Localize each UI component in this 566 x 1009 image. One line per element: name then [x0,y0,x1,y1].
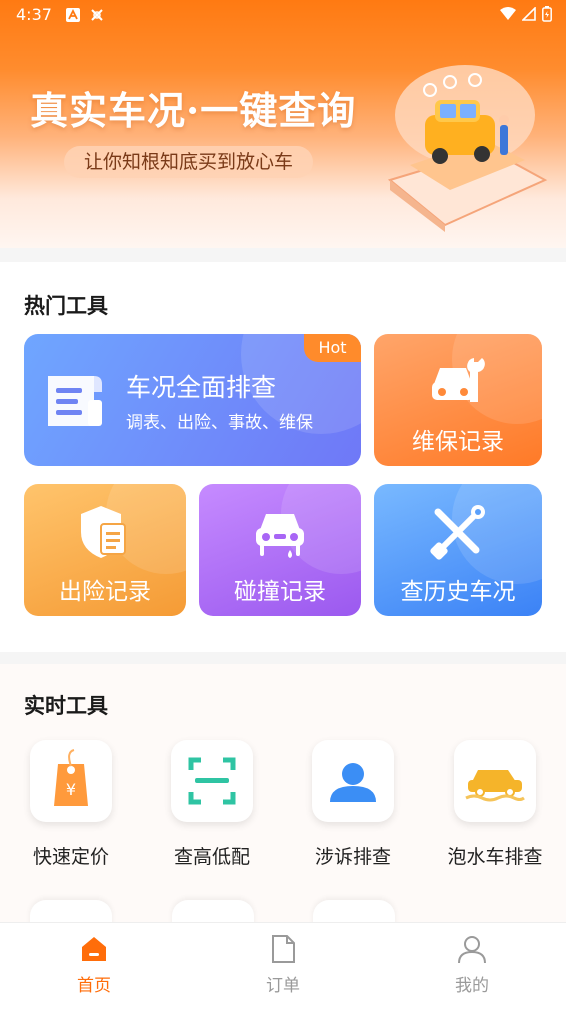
realtime-tools-section: 实时工具 ¥ 快速定价 查高低配 涉诉排查 泡水车排查 [0,664,566,930]
nav-mine[interactable]: 我的 [412,933,532,1003]
report-icon [48,376,102,426]
wifi-icon [500,7,516,20]
signal-icon [522,7,536,21]
claims-record-label: 出险记录 [59,579,151,605]
notification-app-icon [91,9,103,21]
car-crash-icon [256,514,304,558]
hot-badge: Hot [304,334,361,362]
user-icon [458,936,486,964]
realtime-tools-title: 实时工具 [24,694,108,718]
maintenance-record-label: 维保记录 [412,429,504,455]
config-check-label: 查高低配 [173,846,250,868]
collision-record-card[interactable]: 碰撞记录 [199,484,361,616]
flood-car-check-item[interactable]: 泡水车排查 [430,740,560,870]
tools-icon [430,505,485,560]
top-banner: 4:37 真实车况·一键查询 让你知根知底买到放心车 [0,0,566,248]
status-bar: 4:37 [0,0,566,30]
flooded-car-icon [465,770,525,802]
nav-orders-label: 订单 [266,976,300,996]
scan-icon [188,757,236,805]
car-inspection-illustration [387,65,548,232]
document-icon [272,935,295,963]
config-check-item[interactable]: 查高低配 [147,740,277,870]
history-condition-label: 查历史车况 [400,579,516,605]
banner-subline: 让你知根知底买到放心车 [64,146,314,178]
nav-orders[interactable]: 订单 [223,933,343,1003]
status-time: 4:37 [16,5,52,24]
maintenance-record-card[interactable]: 维保记录 [374,334,542,466]
svg-text:¥: ¥ [66,780,76,799]
litigation-check-item[interactable]: 涉诉排查 [288,740,418,870]
bottom-nav: 首页 订单 我的 [0,922,566,1009]
full-inspection-card[interactable]: 车况全面排查 调表、出险、事故、维保 Hot [24,334,361,466]
claims-record-card[interactable]: 出险记录 [24,484,186,616]
status-icons [500,6,552,22]
full-inspection-desc: 调表、出险、事故、维保 [126,413,313,433]
collision-record-label: 碰撞记录 [234,579,326,605]
banner-headline: 真实车况·一键查询 [30,88,357,133]
nav-mine-label: 我的 [455,976,489,996]
nav-home[interactable]: 首页 [34,933,154,1003]
home-icon [82,937,106,961]
shield-document-icon [81,506,126,558]
full-inspection-title: 车况全面排查 [126,373,277,402]
hot-tools-section: 热门工具 车况全面排查 调表、出险、事故、维保 Hot 维保记录 出险记录 碰撞… [0,262,566,652]
history-condition-card[interactable]: 查历史车况 [374,484,542,616]
app-a-icon [66,8,80,22]
car-wrench-icon [432,358,485,402]
quick-pricing-item[interactable]: ¥ 快速定价 [6,740,136,870]
litigation-check-label: 涉诉排查 [314,846,391,868]
quick-pricing-label: 快速定价 [32,846,109,868]
flood-car-check-label: 泡水车排查 [447,846,543,868]
price-tag-icon: ¥ [54,749,88,806]
hot-tools-title: 热门工具 [24,294,108,318]
nav-home-label: 首页 [77,976,111,996]
person-icon [330,763,376,802]
battery-icon [542,6,552,22]
